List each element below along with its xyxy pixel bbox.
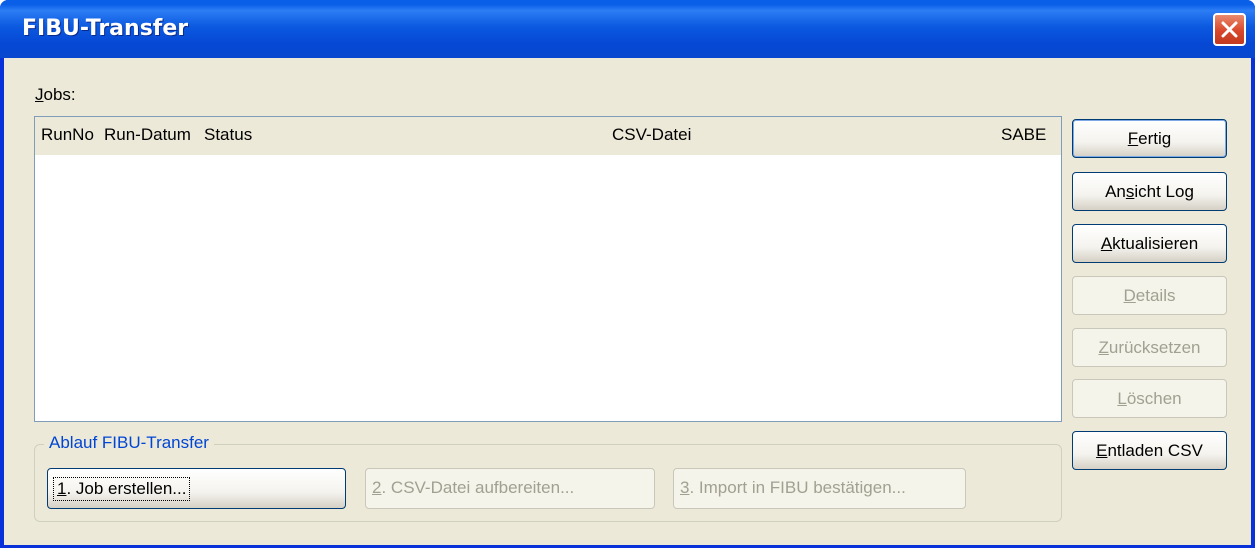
title-bar[interactable]: FIBU-Transfer: [0, 0, 1255, 58]
aktualisieren-button[interactable]: Aktualisieren: [1072, 224, 1227, 263]
fertig-button[interactable]: Fertig: [1072, 119, 1227, 158]
jobs-list[interactable]: RunNo Run-Datum Status CSV-Datei SABE: [34, 116, 1062, 422]
column-header-csv-datei[interactable]: CSV-Datei: [612, 125, 691, 145]
column-header-run-datum[interactable]: Run-Datum: [104, 125, 191, 145]
loeschen-button[interactable]: Löschen: [1072, 379, 1227, 418]
fibu-transfer-dialog: FIBU-Transfer Jobs: RunNo Run-Datum Stat…: [0, 0, 1255, 548]
step-1-job-erstellen-button[interactable]: 1. Job erstellen...: [47, 468, 346, 509]
entladen-csv-button[interactable]: Entladen CSV: [1072, 431, 1227, 470]
step-3-import-bestaetigen-button[interactable]: 3. Import in FIBU bestätigen...: [673, 468, 966, 509]
column-header-sabe[interactable]: SABE: [1001, 125, 1046, 145]
workflow-group-title: Ablauf FIBU-Transfer: [44, 433, 214, 453]
step-2-csv-aufbereiten-button[interactable]: 2. CSV-Datei aufbereiten...: [365, 468, 655, 509]
zuruecksetzen-button[interactable]: Zurücksetzen: [1072, 328, 1227, 367]
close-icon: [1221, 21, 1238, 38]
window-title: FIBU-Transfer: [22, 16, 189, 41]
column-header-runno[interactable]: RunNo: [41, 125, 94, 145]
column-header-status[interactable]: Status: [204, 125, 252, 145]
details-button[interactable]: Details: [1072, 276, 1227, 315]
jobs-label: Jobs:: [35, 85, 76, 104]
jobs-list-header: RunNo Run-Datum Status CSV-Datei SABE: [35, 117, 1061, 155]
ansicht-log-button[interactable]: Ansicht Log: [1072, 172, 1227, 211]
close-button[interactable]: [1213, 13, 1246, 46]
dialog-body: Jobs: RunNo Run-Datum Status CSV-Datei S…: [4, 58, 1251, 545]
